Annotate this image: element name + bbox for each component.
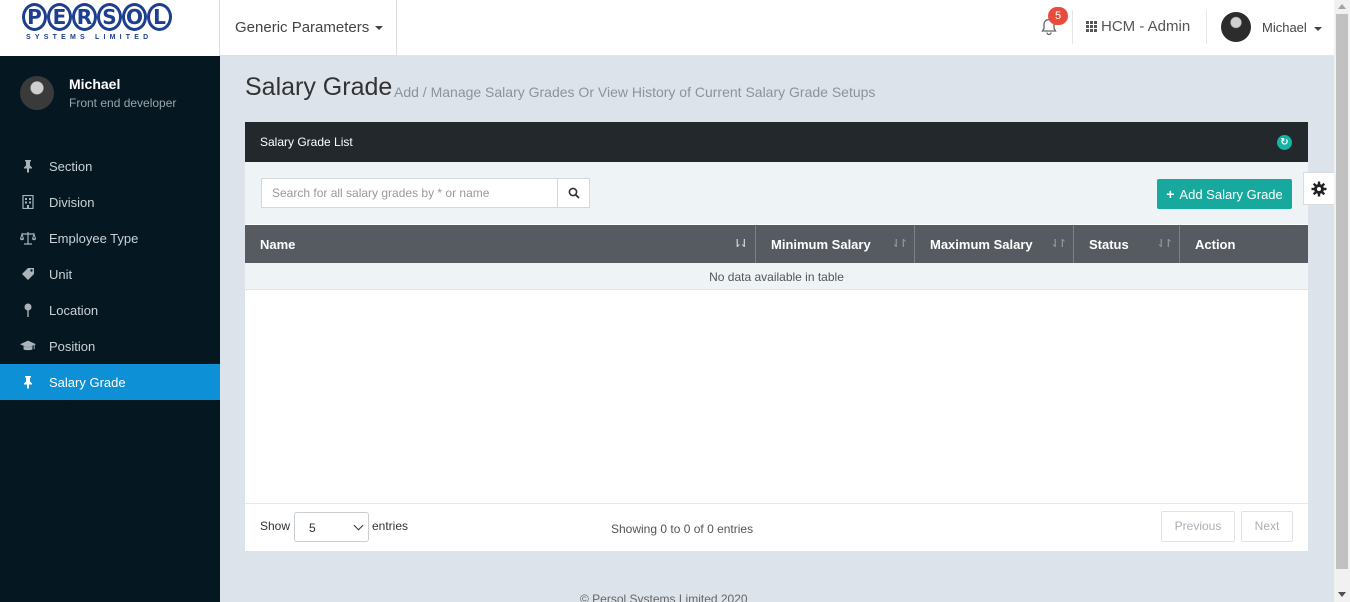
user-menu[interactable]: Michael (1262, 20, 1323, 35)
sidebar-user-name: Michael (69, 76, 121, 92)
sort-icon: ⇃↾ (1050, 238, 1068, 250)
pin-icon (20, 159, 36, 173)
previous-page-button[interactable]: Previous (1161, 511, 1235, 542)
search-icon (568, 187, 580, 199)
logo-letter: O (122, 3, 147, 31)
sidebar-item-division[interactable]: Division (0, 184, 220, 220)
sidebar-item-location[interactable]: Location (0, 292, 220, 328)
show-label: Show (260, 519, 291, 533)
sidebar-item-unit[interactable]: Unit (0, 256, 220, 292)
app-switcher-label: HCM - Admin (1101, 18, 1191, 35)
tag-icon (20, 267, 36, 281)
column-header-label: Maximum Salary (930, 237, 1033, 252)
column-header-status[interactable]: Status ⇃↾ (1074, 225, 1180, 263)
plus-icon: + (1166, 186, 1175, 202)
panel-header: Salary Grade List ↻ (245, 122, 1308, 162)
graduation-cap-icon (20, 339, 36, 353)
user-avatar[interactable] (1221, 12, 1251, 42)
top-bar: P E R S O L SYSTEMS LIMITED Generic Para… (0, 0, 1334, 56)
column-header-name[interactable]: Name ⇂⇃ (245, 225, 756, 263)
sidebar-item-label: Location (49, 302, 99, 318)
panel-title: Salary Grade List (260, 135, 353, 149)
divider (1206, 10, 1207, 44)
page-length-value: 5 (309, 521, 316, 535)
notification-badge: 5 (1048, 7, 1068, 25)
column-header-minimum-salary[interactable]: Minimum Salary ⇃↾ (756, 225, 915, 263)
add-salary-grade-button[interactable]: + Add Salary Grade (1157, 179, 1292, 209)
scrollbar[interactable] (1334, 0, 1350, 602)
sort-icon: ⇃↾ (891, 238, 909, 250)
search-input[interactable] (261, 178, 558, 208)
sidebar-item-label: Section (49, 158, 93, 174)
sort-asc-icon: ⇂⇃ (732, 238, 750, 250)
next-page-button[interactable]: Next (1241, 511, 1293, 542)
logo-letter: P (22, 3, 47, 31)
add-salary-grade-label: Add Salary Grade (1179, 186, 1283, 202)
app-switcher[interactable]: HCM - Admin (1086, 18, 1190, 35)
sidebar-item-label: Salary Grade (49, 374, 126, 390)
entries-label: entries (372, 519, 409, 533)
gear-icon (1311, 181, 1327, 196)
page-subtitle: Add / Manage Salary Grades Or View Histo… (394, 84, 876, 100)
refresh-icon[interactable]: ↻ (1277, 135, 1292, 150)
building-icon (20, 195, 36, 209)
scrollbar-thumb[interactable] (1336, 14, 1348, 569)
balance-scale-icon (20, 231, 36, 245)
scroll-up-arrow-icon[interactable] (1338, 4, 1346, 9)
logo-letter: L (147, 3, 172, 31)
sidebar-item-section[interactable]: Section (0, 148, 220, 184)
grid-icon (1086, 21, 1097, 32)
table-header: Name ⇂⇃ Minimum Salary ⇃↾ Maximum Salary… (245, 225, 1308, 263)
table-info: Showing 0 to 0 of 0 entries (611, 522, 754, 536)
column-header-maximum-salary[interactable]: Maximum Salary ⇃↾ (915, 225, 1074, 263)
sidebar-avatar (20, 76, 54, 110)
logo-letter: E (47, 3, 72, 31)
logo-letter: R (72, 3, 97, 31)
page-footer: © Persol Systems Limited 2020 (580, 592, 748, 602)
logo-letter: S (97, 3, 122, 31)
sort-icon: ⇃↾ (1156, 238, 1174, 250)
page-title: Salary Grade (245, 73, 393, 101)
column-header-label: Action (1195, 237, 1236, 252)
page-length-select[interactable]: 5 (294, 512, 369, 542)
sidebar-item-label: Position (49, 338, 96, 354)
company-logo[interactable]: P E R S O L SYSTEMS LIMITED (0, 0, 220, 56)
logo-wordmark: P E R S O L (22, 3, 172, 31)
panel-toolbar: + Add Salary Grade (245, 162, 1308, 224)
chevron-down-icon (353, 520, 364, 531)
sidebar-nav: Section Division Employee Type Unit Loca… (0, 148, 220, 400)
column-header-label: Status (1089, 237, 1129, 252)
sidebar-item-label: Unit (49, 266, 73, 282)
map-pin-icon (20, 303, 36, 317)
user-menu-name: Michael (1262, 20, 1307, 35)
search-button[interactable] (557, 178, 590, 208)
column-header-label: Name (260, 237, 296, 252)
column-header-action: Action (1180, 225, 1308, 263)
table-footer: Show 5 entries Showing 0 to 0 of 0 entri… (245, 503, 1308, 551)
sidebar: Michael Front end developer Section Divi… (0, 56, 220, 602)
sidebar-item-position[interactable]: Position (0, 328, 220, 364)
sidebar-item-employee-type[interactable]: Employee Type (0, 220, 220, 256)
table-empty-row: No data available in table (245, 263, 1308, 290)
module-dropdown[interactable]: Generic Parameters (219, 0, 397, 56)
sidebar-item-label: Employee Type (49, 230, 139, 246)
module-dropdown-label: Generic Parameters (235, 19, 370, 36)
settings-toggle[interactable] (1303, 172, 1334, 205)
caret-down-icon (1314, 26, 1323, 31)
sidebar-item-salary-grade[interactable]: Salary Grade (0, 364, 220, 400)
scroll-down-arrow-icon[interactable] (1338, 592, 1346, 597)
pin-icon (20, 375, 36, 389)
sidebar-user-role: Front end developer (69, 96, 177, 110)
logo-subtitle: SYSTEMS LIMITED (26, 34, 153, 41)
salary-grade-panel: Salary Grade List ↻ + Add Salary Grade N… (245, 122, 1308, 551)
sidebar-item-label: Division (49, 194, 95, 210)
divider (1072, 10, 1073, 44)
column-header-label: Minimum Salary (771, 237, 871, 252)
caret-down-icon (375, 26, 384, 31)
